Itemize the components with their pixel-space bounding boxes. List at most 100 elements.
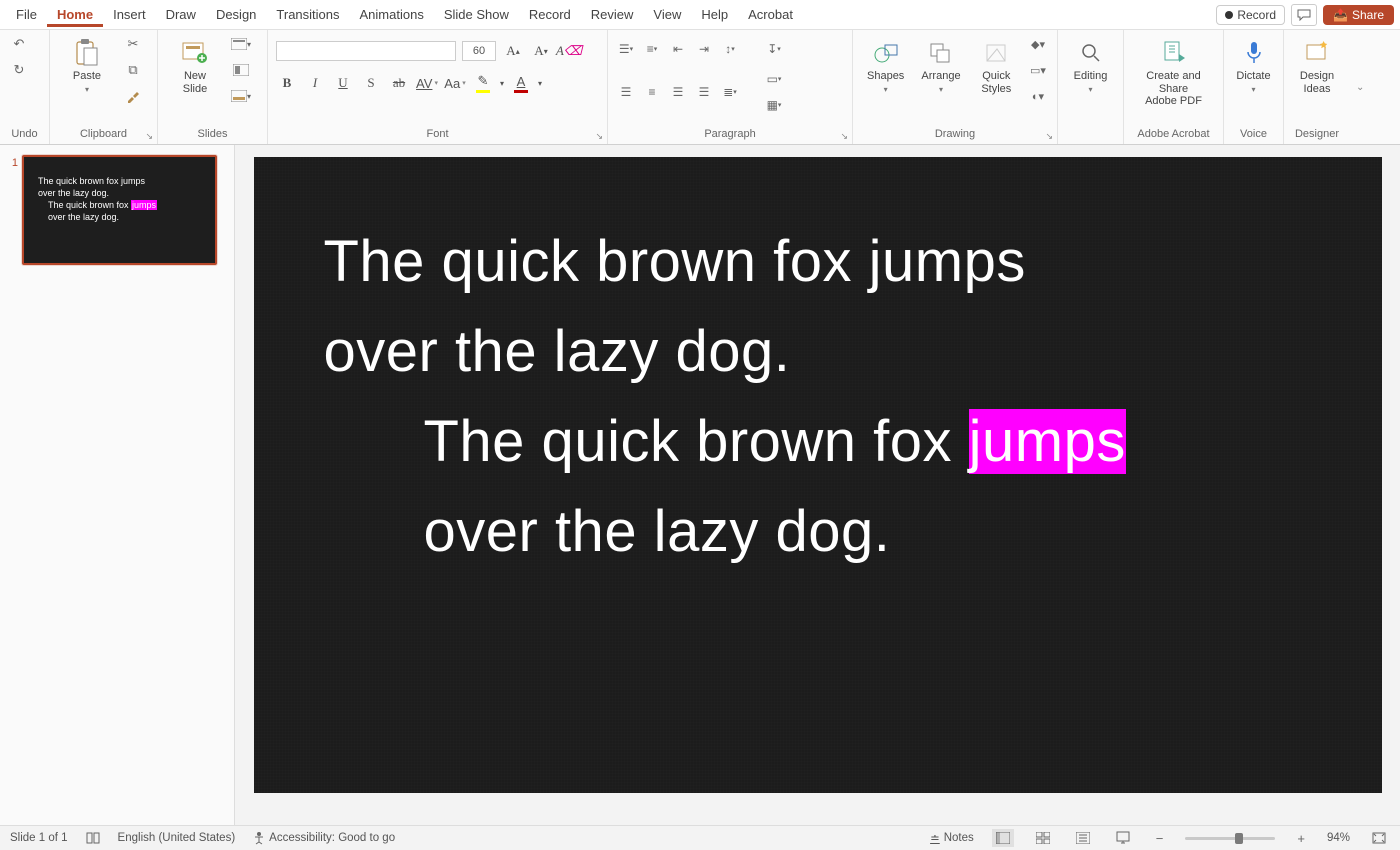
slide-canvas[interactable]: The quick brown fox jumps over the lazy … bbox=[254, 157, 1382, 793]
arrange-button[interactable]: Arrange▾ bbox=[916, 34, 965, 94]
thumb-line4: over the lazy dog. bbox=[38, 211, 201, 223]
slideshow-view-button[interactable] bbox=[1112, 829, 1134, 847]
copy-button[interactable]: ⧉ bbox=[122, 60, 144, 80]
align-text-button[interactable]: ▭▾ bbox=[764, 70, 784, 88]
status-language[interactable]: English (United States) bbox=[118, 832, 236, 844]
clipboard-launcher[interactable]: ↘ bbox=[145, 131, 153, 142]
italic-button[interactable]: I bbox=[304, 72, 326, 94]
undo-button[interactable]: ↶ bbox=[8, 34, 30, 54]
change-case-button[interactable]: Aa▾ bbox=[444, 72, 466, 94]
justify-button[interactable]: ☰ bbox=[694, 83, 714, 101]
tab-transitions[interactable]: Transitions bbox=[266, 3, 349, 26]
tab-file[interactable]: File bbox=[6, 3, 47, 26]
zoom-out-button[interactable]: − bbox=[1152, 831, 1168, 846]
shape-fill-button[interactable]: ◆▾ bbox=[1027, 34, 1049, 54]
group-font: 60 A▴ A▾ A⌫ B I U S ab AV▾ Aa▾ ✎▾ A▾ Fon… bbox=[268, 30, 608, 144]
tab-record[interactable]: Record bbox=[519, 3, 581, 26]
normal-view-button[interactable] bbox=[992, 829, 1014, 847]
notes-button[interactable]: ≐ Notes bbox=[930, 831, 974, 845]
tab-slideshow[interactable]: Slide Show bbox=[434, 3, 519, 26]
bullets-button[interactable]: ☰▾ bbox=[616, 40, 636, 58]
clear-formatting-button[interactable]: A⌫ bbox=[558, 40, 580, 62]
tab-animations[interactable]: Animations bbox=[350, 3, 434, 26]
tab-insert[interactable]: Insert bbox=[103, 3, 156, 26]
strikethrough-button[interactable]: ab bbox=[388, 72, 410, 94]
align-left-button[interactable]: ☰ bbox=[616, 83, 636, 101]
paste-button[interactable]: Paste ▾ bbox=[58, 34, 116, 94]
tab-design[interactable]: Design bbox=[206, 3, 266, 26]
group-drawing: Shapes▾ Arrange▾ Quick Styles ◆▾ ▭▾ ◐▾ D… bbox=[853, 30, 1058, 144]
reset-button[interactable] bbox=[230, 60, 252, 80]
smartart-button[interactable]: ▦▾ bbox=[764, 96, 784, 114]
slide-text-line4[interactable]: over the lazy dog. bbox=[324, 487, 1312, 577]
design-ideas-button[interactable]: Design Ideas bbox=[1292, 34, 1342, 95]
thumb-line2: over the lazy dog. bbox=[38, 187, 201, 199]
dictate-button[interactable]: Dictate▾ bbox=[1232, 34, 1275, 94]
slide-text-line3a[interactable]: The quick brown fox bbox=[424, 409, 969, 474]
redo-button[interactable]: ↻ bbox=[8, 60, 30, 80]
shapes-button[interactable]: Shapes▾ bbox=[861, 34, 910, 94]
text-direction-button[interactable]: ↧▾ bbox=[764, 40, 784, 58]
comment-icon bbox=[1297, 9, 1311, 21]
zoom-slider-knob[interactable] bbox=[1235, 833, 1243, 844]
tab-help[interactable]: Help bbox=[691, 3, 738, 26]
font-launcher[interactable]: ↘ bbox=[595, 131, 603, 142]
reading-view-button[interactable] bbox=[1072, 829, 1094, 847]
highlight-button[interactable]: ✎ bbox=[472, 72, 494, 94]
shape-effects-button[interactable]: ◐▾ bbox=[1027, 86, 1049, 106]
font-size-combo[interactable]: 60 bbox=[462, 41, 496, 61]
group-acrobat: Create and Share Adobe PDF Adobe Acrobat bbox=[1124, 30, 1224, 144]
status-slide-count: Slide 1 of 1 bbox=[10, 832, 68, 844]
tab-acrobat[interactable]: Acrobat bbox=[738, 3, 803, 26]
fit-to-window-button[interactable] bbox=[1368, 829, 1390, 847]
comments-button[interactable] bbox=[1291, 4, 1317, 26]
columns-button[interactable]: ≣▾ bbox=[720, 83, 740, 101]
slide-thumbnails-panel[interactable]: 1 The quick brown fox jumps over the laz… bbox=[0, 145, 235, 825]
tab-review[interactable]: Review bbox=[581, 3, 644, 26]
spellcheck-button[interactable] bbox=[86, 832, 100, 844]
collapse-ribbon-button[interactable]: ⌄ bbox=[1350, 82, 1370, 93]
quick-styles-button[interactable]: Quick Styles bbox=[972, 34, 1021, 95]
decrease-font-button[interactable]: A▾ bbox=[530, 40, 552, 62]
new-slide-button[interactable]: New Slide bbox=[166, 34, 224, 95]
font-name-combo[interactable] bbox=[276, 41, 456, 61]
line-spacing-button[interactable]: ↕▾ bbox=[720, 40, 740, 58]
slide-thumbnail-1[interactable]: The quick brown fox jumps over the lazy … bbox=[22, 155, 217, 265]
increase-font-button[interactable]: A▴ bbox=[502, 40, 524, 62]
shadow-button[interactable]: S bbox=[360, 72, 382, 94]
sorter-view-button[interactable] bbox=[1032, 829, 1054, 847]
zoom-in-button[interactable]: + bbox=[1293, 831, 1309, 846]
tab-draw[interactable]: Draw bbox=[156, 3, 206, 26]
decrease-indent-button[interactable]: ⇤ bbox=[668, 40, 688, 58]
record-button[interactable]: Record bbox=[1216, 5, 1285, 25]
accessibility-button[interactable]: Accessibility: Good to go bbox=[253, 831, 395, 845]
share-button[interactable]: 📤 Share bbox=[1323, 5, 1394, 25]
section-button[interactable]: ▾ bbox=[230, 86, 252, 106]
layout-button[interactable]: ▾ bbox=[230, 34, 252, 54]
bold-button[interactable]: B bbox=[276, 72, 298, 94]
slide-stage[interactable]: The quick brown fox jumps over the lazy … bbox=[235, 145, 1400, 825]
align-right-button[interactable]: ☰ bbox=[668, 83, 688, 101]
zoom-slider[interactable] bbox=[1185, 837, 1275, 840]
cut-button[interactable]: ✂ bbox=[122, 34, 144, 54]
editing-label: Editing bbox=[1074, 70, 1108, 83]
paragraph-launcher[interactable]: ↘ bbox=[840, 131, 848, 142]
underline-button[interactable]: U bbox=[332, 72, 354, 94]
zoom-percent[interactable]: 94% bbox=[1327, 832, 1350, 844]
create-pdf-button[interactable]: Create and Share Adobe PDF bbox=[1132, 34, 1215, 108]
slide-text-line3b-highlight[interactable]: jumps bbox=[969, 409, 1126, 474]
slide-text-line2[interactable]: over the lazy dog. bbox=[324, 307, 1312, 397]
format-painter-button[interactable] bbox=[122, 86, 144, 106]
numbering-button[interactable]: ≡▾ bbox=[642, 40, 662, 58]
increase-indent-button[interactable]: ⇥ bbox=[694, 40, 714, 58]
slide-text-line1[interactable]: The quick brown fox jumps bbox=[324, 217, 1312, 307]
tab-view[interactable]: View bbox=[643, 3, 691, 26]
align-center-button[interactable]: ≡ bbox=[642, 83, 662, 101]
shape-outline-button[interactable]: ▭▾ bbox=[1027, 60, 1049, 80]
drawing-launcher[interactable]: ↘ bbox=[1045, 131, 1053, 142]
editing-button[interactable]: Editing▾ bbox=[1066, 34, 1115, 94]
tab-home[interactable]: Home bbox=[47, 3, 103, 27]
font-color-button[interactable]: A bbox=[510, 72, 532, 94]
accessibility-label: Accessibility: Good to go bbox=[269, 832, 395, 844]
char-spacing-button[interactable]: AV▾ bbox=[416, 72, 438, 94]
